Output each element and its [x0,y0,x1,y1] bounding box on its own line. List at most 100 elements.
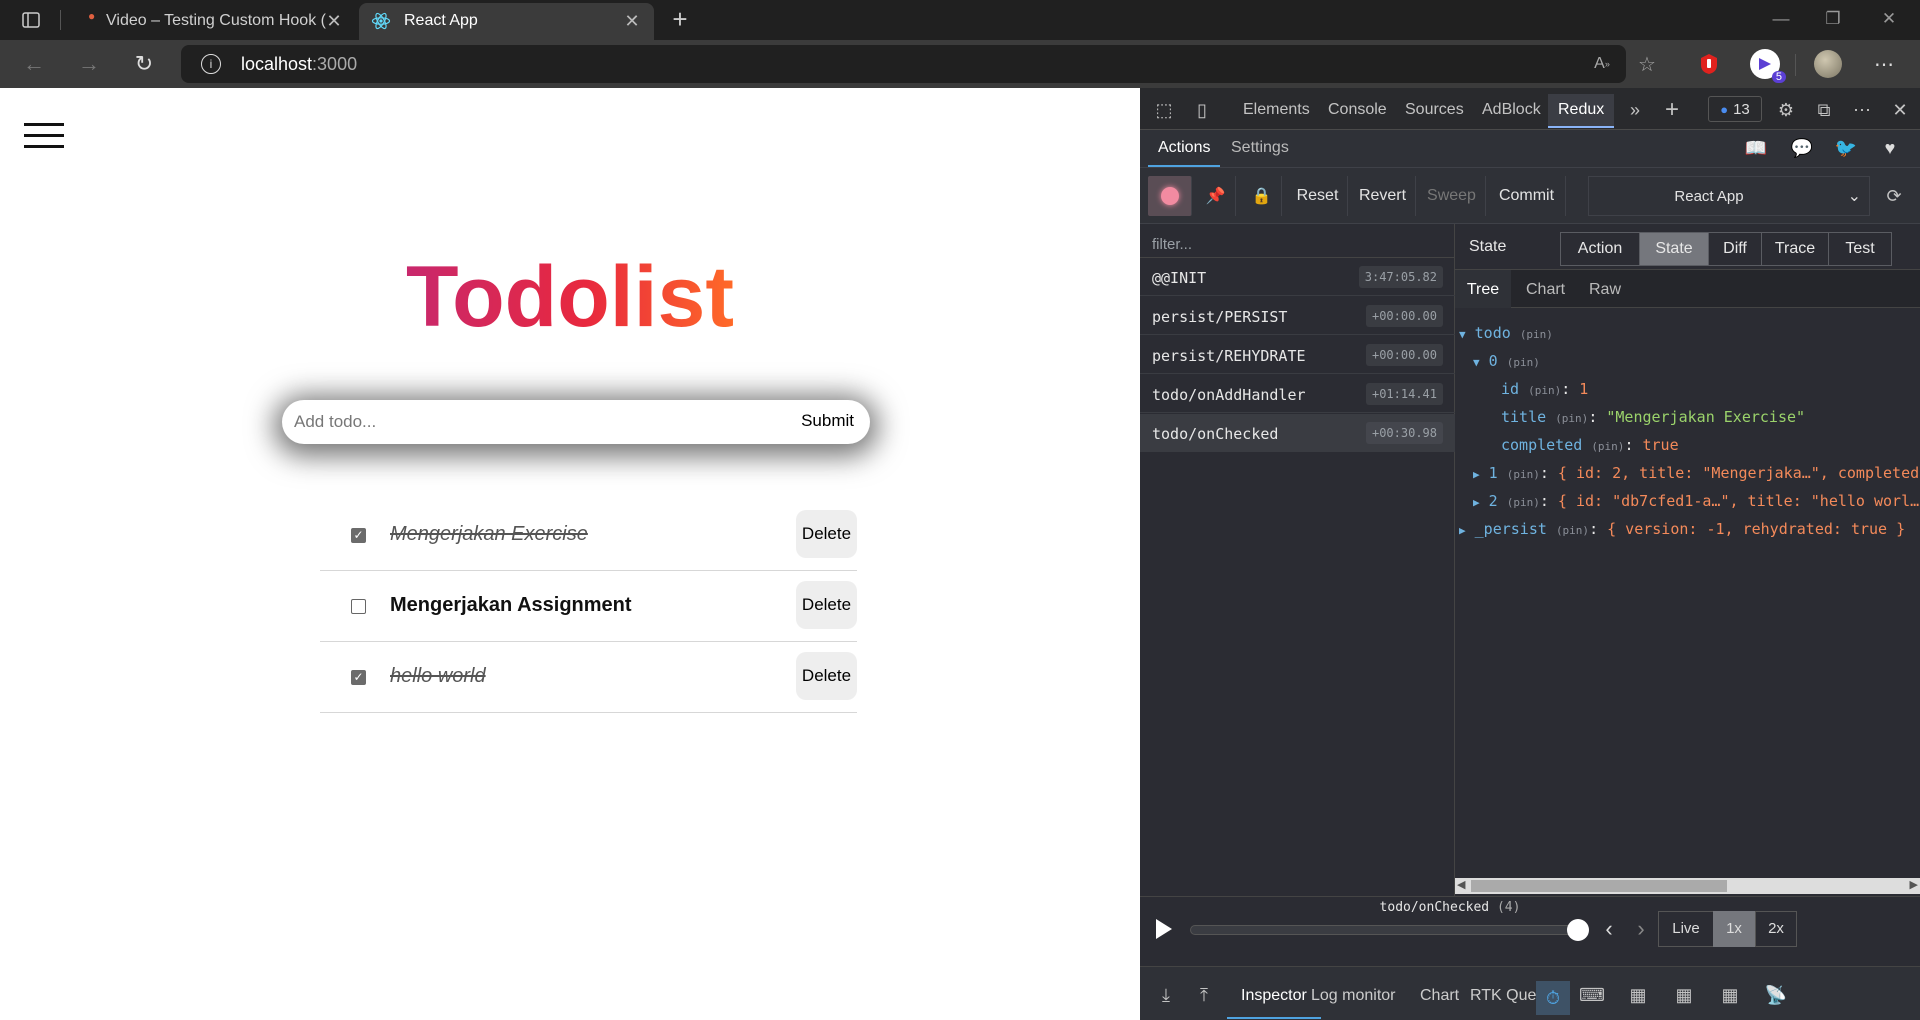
play-icon[interactable] [1156,919,1172,939]
action-item[interactable]: todo/onAddHandler +01:14.41 [1140,375,1455,413]
new-tab-icon[interactable]: + [668,4,692,34]
more-icon[interactable]: ⋯ [1872,52,1896,76]
tab-chart[interactable]: Chart [1420,987,1459,1005]
window-toggle-icon[interactable]: ▦ [1718,983,1742,1007]
tab-rtk-query[interactable]: RTK Quer [1470,987,1542,1005]
customize-icon[interactable]: ⧉ [1812,98,1836,122]
commit-button[interactable]: Commit [1488,176,1566,216]
book-icon[interactable]: 📖 [1744,136,1768,160]
sidebar-icon[interactable] [20,9,42,31]
tree-node-todo[interactable]: ▼ todo (pin) [1459,324,1553,342]
step-forward-icon[interactable]: › [1630,916,1652,941]
view-tab-raw[interactable]: Raw [1589,281,1621,299]
import-icon[interactable]: ⤓ [1154,983,1178,1007]
tab-action[interactable]: Action [1560,232,1640,266]
feedback-icon[interactable]: 💬 [1790,136,1814,160]
close-devtools-icon[interactable]: ✕ [1888,98,1912,122]
twitter-icon[interactable]: 🐦 [1834,136,1858,160]
dock-toggle-icon[interactable]: ▦ [1672,983,1696,1007]
lock-button[interactable]: 🔒 [1242,176,1282,216]
todo-checkbox[interactable] [351,599,366,614]
more-tabs-icon[interactable]: » [1623,98,1647,122]
tab-inspector[interactable]: Inspector [1227,967,1321,1019]
scroll-left-icon[interactable]: ◀ [1457,878,1465,891]
reset-button[interactable]: Reset [1288,176,1348,216]
tree-node-persist[interactable]: ▶ _persist (pin): { version: -1, rehydra… [1459,520,1905,538]
reload-icon[interactable]: ↻ [132,51,156,76]
delete-button[interactable]: Delete [796,510,857,558]
export-icon[interactable]: ⤒ [1192,983,1216,1007]
step-back-icon[interactable]: ‹ [1598,916,1620,941]
menu-icon[interactable] [24,121,64,151]
settings-gear-icon[interactable]: ⚙ [1774,98,1798,122]
forward-icon[interactable]: → [77,51,101,76]
filter-input[interactable]: filter... [1140,224,1455,258]
tab-log-monitor[interactable]: Log monitor [1311,987,1396,1005]
action-item[interactable]: @@INIT 3:47:05.82 [1140,258,1455,296]
sync-icon[interactable]: ⟳ [1882,184,1906,208]
adblock-icon[interactable] [1697,52,1721,76]
dispatcher-icon[interactable]: ⏱ [1536,981,1570,1015]
sweep-button[interactable]: Sweep [1418,176,1486,216]
slider-thumb[interactable] [1567,919,1589,941]
delete-button[interactable]: Delete [796,652,857,700]
subtab-settings[interactable]: Settings [1231,139,1289,157]
tree-node-0[interactable]: ▼ 0 (pin) [1473,352,1540,370]
inspect-element-icon[interactable]: ⬚ [1152,98,1176,122]
devtools-tab-console[interactable]: Console [1328,101,1387,119]
device-toolbar-icon[interactable]: ▯ [1190,98,1214,122]
devtools-tab-elements[interactable]: Elements [1243,101,1310,119]
read-aloud-icon[interactable]: A» [1591,53,1613,75]
action-item[interactable]: persist/PERSIST +00:00.00 [1140,297,1455,335]
slider-toggle-icon[interactable]: ▦ [1626,983,1650,1007]
todo-checkbox[interactable]: ✓ [351,528,366,543]
tree-node-1[interactable]: ▶ 1 (pin): { id: 2, title: "Mengerjaka…"… [1473,464,1920,482]
extension-icon[interactable]: 5 [1750,49,1786,83]
action-item-selected[interactable]: todo/onChecked +00:30.98 [1140,414,1455,452]
close-window-icon[interactable]: ✕ [1878,8,1900,30]
delete-button[interactable]: Delete [796,581,857,629]
restore-icon[interactable]: ❐ [1822,8,1844,30]
url-field[interactable]: i localhost:3000 A» [181,45,1626,83]
tab-diff[interactable]: Diff [1708,232,1762,266]
info-icon[interactable]: i [201,54,221,74]
revert-button[interactable]: Revert [1350,176,1416,216]
pin-button[interactable]: 📌 [1196,176,1236,216]
issues-badge[interactable]: ● 13 [1708,96,1762,122]
live-button[interactable]: Live [1658,911,1714,947]
tab-test[interactable]: Test [1828,232,1892,266]
add-todo-input[interactable] [294,400,754,444]
view-tab-tree[interactable]: Tree [1455,270,1511,308]
tree-node-2[interactable]: ▶ 2 (pin): { id: "db7cfed1-a…", title: "… [1473,492,1920,510]
subtab-actions[interactable]: Actions [1148,130,1221,167]
horizontal-scrollbar[interactable]: ◀ ▶ [1455,878,1920,894]
remote-icon[interactable]: 📡 [1764,983,1788,1007]
terminal-icon[interactable]: ⌨ [1579,983,1605,1007]
add-panel-icon[interactable]: + [1660,96,1684,123]
instance-select[interactable]: React App ⌄ [1588,176,1870,216]
scroll-thumb[interactable] [1471,880,1727,892]
close-tab-icon[interactable]: ✕ [622,11,642,31]
profile-icon[interactable] [1814,50,1842,78]
devtools-tab-redux[interactable]: Redux [1548,94,1615,128]
devtools-tab-sources[interactable]: Sources [1405,101,1464,119]
favorites-icon[interactable]: ☆ [1635,52,1659,76]
heart-icon[interactable]: ♥ [1878,136,1902,160]
back-icon[interactable]: ← [22,51,46,76]
view-tab-chart[interactable]: Chart [1526,281,1565,299]
tab-react-app[interactable]: React App ✕ [359,3,654,40]
speed-1x-button[interactable]: 1x [1713,911,1755,947]
todo-checkbox[interactable]: ✓ [351,670,366,685]
more-options-icon[interactable]: ⋯ [1850,98,1874,122]
minimize-icon[interactable]: — [1770,8,1792,30]
tab-video[interactable]: ● Video – Testing Custom Hook (3 ✕ [71,3,356,40]
speed-2x-button[interactable]: 2x [1755,911,1797,947]
submit-button[interactable]: Submit [801,411,854,431]
scroll-right-icon[interactable]: ▶ [1910,878,1918,891]
close-tab-icon[interactable]: ✕ [324,11,344,31]
devtools-tab-adblock[interactable]: AdBlock [1482,101,1541,119]
tab-trace[interactable]: Trace [1761,232,1829,266]
record-button[interactable] [1148,176,1192,216]
tab-state[interactable]: State [1639,232,1709,266]
action-item[interactable]: persist/REHYDRATE +00:00.00 [1140,336,1455,374]
